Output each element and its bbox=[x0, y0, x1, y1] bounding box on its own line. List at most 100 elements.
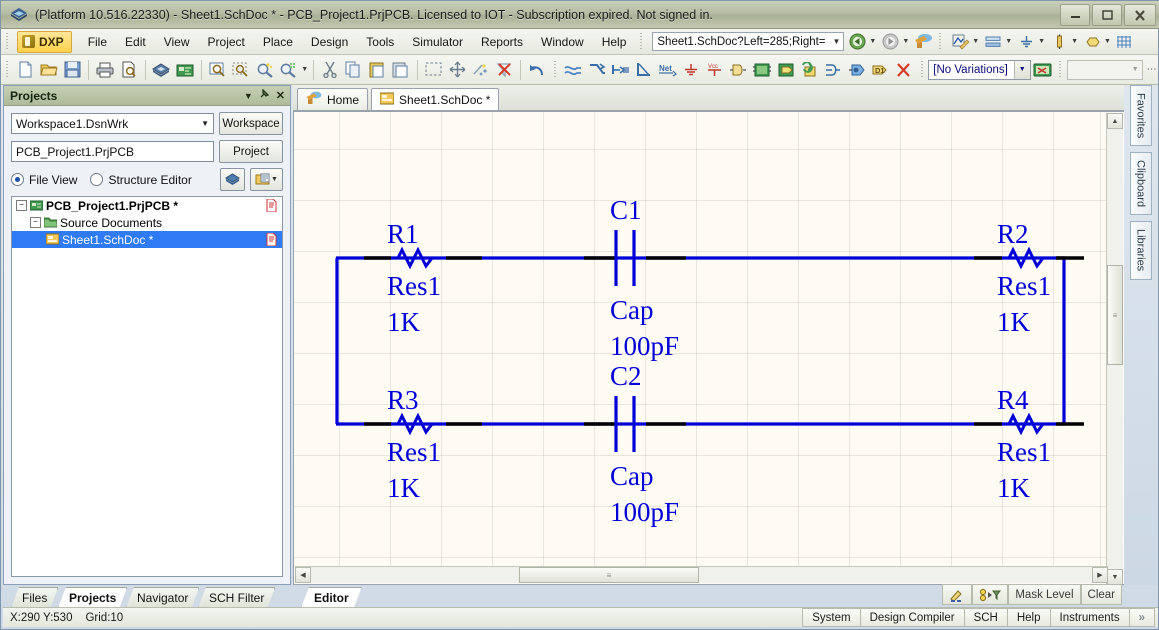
paste-icon[interactable] bbox=[365, 58, 389, 82]
pin-icon[interactable] bbox=[259, 89, 270, 103]
vertical-scroll-thumb[interactable]: ≡ bbox=[1107, 265, 1123, 365]
place-gnd-toolbar-button[interactable] bbox=[1015, 32, 1037, 52]
horizontal-scroll-thumb[interactable]: ≡ bbox=[519, 567, 699, 583]
tree-node-project[interactable]: − PCB_Project1.PrjPCB * bbox=[12, 197, 282, 214]
new-document-icon[interactable] bbox=[14, 58, 38, 82]
close-icon[interactable]: ✕ bbox=[276, 89, 285, 102]
extra-select[interactable]: ▼ bbox=[1067, 60, 1143, 80]
zoom-area-icon[interactable] bbox=[206, 58, 230, 82]
place-bus-entry-icon[interactable] bbox=[609, 58, 633, 82]
save-icon[interactable] bbox=[61, 58, 85, 82]
chevron-down-icon[interactable]: ▼ bbox=[244, 91, 253, 101]
menu-item-file[interactable]: File bbox=[79, 32, 116, 52]
structure-editor-radio[interactable] bbox=[90, 173, 103, 186]
menu-item-project[interactable]: Project bbox=[199, 32, 254, 52]
scroll-left-button[interactable]: ◀ bbox=[295, 567, 311, 583]
deselect-icon[interactable] bbox=[469, 58, 493, 82]
variations-select[interactable]: [No Variations] ▼ bbox=[928, 60, 1030, 80]
tree-node-sheet1[interactable]: Sheet1.SchDoc * bbox=[12, 231, 282, 248]
zoom-out-icon[interactable] bbox=[277, 58, 301, 82]
paste-special-icon[interactable] bbox=[389, 58, 413, 82]
menu-item-edit[interactable]: Edit bbox=[116, 32, 155, 52]
schematic-sheet[interactable]: R1 Res1 1K C1 Cap 100pF R2 Res1 1K R3 Re… bbox=[294, 112, 1106, 566]
place-port-icon[interactable] bbox=[845, 58, 869, 82]
status-button-help[interactable]: Help bbox=[1007, 608, 1050, 627]
menu-item-simulator[interactable]: Simulator bbox=[403, 32, 472, 52]
place-line-icon[interactable] bbox=[632, 58, 656, 82]
project-button[interactable]: Project bbox=[219, 140, 283, 163]
project-actions-button[interactable]: ▼ bbox=[250, 168, 283, 191]
nav-forward-button[interactable] bbox=[879, 32, 901, 52]
place-vcc-icon[interactable]: Vcc bbox=[703, 58, 727, 82]
place-sheet-symbol-icon[interactable] bbox=[750, 58, 774, 82]
document-tab-sheet1[interactable]: Sheet1.SchDoc * bbox=[371, 88, 499, 110]
address-gripper[interactable] bbox=[638, 33, 645, 51]
dock-tab-libraries[interactable]: Libraries bbox=[1130, 221, 1152, 279]
bottom-tab-projects[interactable]: Projects bbox=[58, 587, 127, 608]
menu-item-place[interactable]: Place bbox=[254, 32, 302, 52]
design-tools-button[interactable] bbox=[949, 32, 971, 52]
maximize-button[interactable] bbox=[1092, 4, 1122, 26]
no-erc-icon[interactable] bbox=[892, 58, 916, 82]
file-view-radio[interactable] bbox=[11, 173, 24, 186]
place-designator-icon[interactable]: D1 bbox=[868, 58, 892, 82]
place-bus-toolbar-button[interactable] bbox=[982, 32, 1004, 52]
place-sheet-entry-icon[interactable] bbox=[774, 58, 798, 82]
tools-gripper[interactable] bbox=[937, 33, 944, 51]
address-input[interactable]: Sheet1.SchDoc?Left=285;Right= ▼ bbox=[652, 32, 844, 51]
chevron-down-icon[interactable]: ▼ bbox=[271, 176, 278, 183]
variants-icon[interactable] bbox=[1031, 58, 1055, 82]
place-gnd-icon[interactable] bbox=[679, 58, 703, 82]
workspace-button[interactable]: Workspace bbox=[219, 112, 283, 135]
bottom-tab-navigator[interactable]: Navigator bbox=[126, 587, 199, 608]
cut-icon[interactable] bbox=[318, 58, 342, 82]
place-netlabel-icon[interactable]: Net bbox=[656, 58, 680, 82]
place-part-icon[interactable] bbox=[727, 58, 751, 82]
design-tools-dropdown-icon[interactable]: ▼ bbox=[972, 38, 979, 45]
status-button-design-compiler[interactable]: Design Compiler bbox=[860, 608, 964, 627]
close-button[interactable] bbox=[1124, 4, 1156, 26]
place-toolbar-gripper[interactable] bbox=[552, 61, 559, 79]
workspace-select[interactable]: Workspace1.DsnWrk ▼ bbox=[11, 113, 214, 134]
vertical-scrollbar[interactable]: ▲ ≡ ▼ bbox=[1106, 113, 1123, 585]
place-bus-icon[interactable] bbox=[585, 58, 609, 82]
scroll-down-button[interactable]: ▼ bbox=[1107, 569, 1123, 585]
select-area-icon[interactable] bbox=[422, 58, 446, 82]
menu-item-view[interactable]: View bbox=[155, 32, 199, 52]
place-bus-dropdown-icon[interactable]: ▼ bbox=[1005, 38, 1012, 45]
home-nav-button[interactable] bbox=[912, 32, 934, 52]
print-icon[interactable] bbox=[93, 58, 117, 82]
horizontal-scrollbar[interactable]: ◀ ≡ ▶ bbox=[295, 566, 1108, 583]
minimize-button[interactable] bbox=[1060, 4, 1090, 26]
collapse-icon[interactable]: − bbox=[16, 200, 27, 211]
dxp-menu-button[interactable]: DXP bbox=[17, 31, 72, 53]
clear-filter-icon[interactable] bbox=[492, 58, 516, 82]
status-button-more[interactable]: » bbox=[1129, 608, 1155, 627]
menu-item-window[interactable]: Window bbox=[532, 32, 593, 52]
status-button-system[interactable]: System bbox=[802, 608, 859, 627]
nav-back-dropdown-icon[interactable]: ▼ bbox=[869, 38, 876, 45]
place-harness-icon[interactable] bbox=[821, 58, 845, 82]
project-field[interactable]: PCB_Project1.PrjPCB bbox=[11, 141, 214, 162]
menu-item-tools[interactable]: Tools bbox=[357, 32, 403, 52]
zoom-in-icon[interactable] bbox=[253, 58, 277, 82]
pcb-icon[interactable] bbox=[173, 58, 197, 82]
project-tree[interactable]: − PCB_Project1.PrjPCB * − Source Documen… bbox=[11, 196, 283, 577]
toolbar-overflow-icon[interactable]: ⋯ bbox=[1147, 64, 1157, 75]
variant-gripper[interactable] bbox=[919, 61, 926, 79]
scroll-up-button[interactable]: ▲ bbox=[1107, 113, 1123, 129]
extra-gripper[interactable] bbox=[1057, 61, 1064, 79]
chevron-down-icon[interactable]: ▼ bbox=[832, 37, 840, 46]
grid-toolbar-button[interactable] bbox=[1114, 32, 1136, 52]
chevron-down-icon[interactable]: ▼ bbox=[1014, 61, 1030, 79]
document-tab-home[interactable]: Home bbox=[297, 88, 368, 110]
scroll-right-button[interactable]: ▶ bbox=[1092, 567, 1108, 583]
open-folder-icon[interactable] bbox=[37, 58, 61, 82]
menu-item-reports[interactable]: Reports bbox=[472, 32, 532, 52]
zoom-selection-icon[interactable] bbox=[229, 58, 253, 82]
chevron-down-icon[interactable]: ▼ bbox=[1132, 66, 1139, 73]
status-button-sch[interactable]: SCH bbox=[964, 608, 1007, 627]
dock-tab-favorites[interactable]: Favorites bbox=[1130, 85, 1152, 146]
place-gnd-dropdown-icon[interactable]: ▼ bbox=[1038, 38, 1045, 45]
print-preview-icon[interactable] bbox=[117, 58, 141, 82]
